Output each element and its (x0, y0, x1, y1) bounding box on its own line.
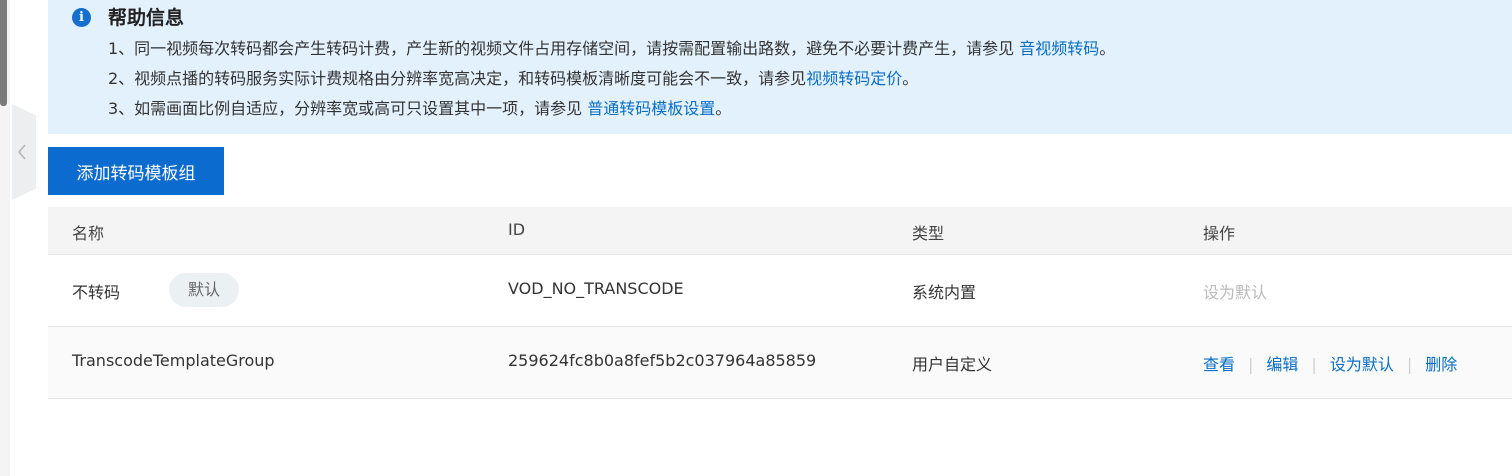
scrollbar-thumb[interactable] (0, 0, 7, 106)
set-default-action[interactable]: 设为默认 (1330, 355, 1394, 374)
table-row: 不转码 默认 VOD_NO_TRANSCODE 系统内置 设为默认 (48, 255, 1512, 327)
divider: | (1406, 355, 1413, 374)
help-panel: i 帮助信息 1、同一视频每次转码都会产生转码计费，产生新的视频文件占用存储空间… (48, 0, 1512, 134)
add-template-group-button[interactable]: 添加转码模板组 (48, 147, 224, 195)
header-actions: 操作 (1203, 224, 1236, 243)
help-title: 帮助信息 (108, 7, 185, 29)
help-line-2: 2、视频点播的转码服务实际计费规格由分辨率宽高决定，和转码模板清晰度可能会不一致… (108, 69, 919, 88)
header-name: 名称 (72, 224, 105, 243)
row-actions: 查看 | 编辑 | 设为默认 | 删除 (1203, 351, 1457, 375)
header-id: ID (508, 220, 526, 239)
row-id: 259624fc8b0a8fef5b2c037964a85859 (508, 351, 817, 370)
collapse-sidebar-handle[interactable] (12, 104, 36, 200)
link-transcode-doc[interactable]: 音视频转码 (1019, 39, 1099, 58)
help-line-3: 3、如需画面比例自适应，分辨率宽或高可只设置其中一项，请参见 普通转码模板设置。 (108, 99, 732, 118)
template-group-table: 名称 ID 类型 操作 不转码 默认 VOD_NO_TRANSCODE 系统内置… (48, 207, 1512, 399)
row-type: 系统内置 (912, 283, 977, 302)
info-icon: i (72, 8, 91, 27)
row-name: 不转码 (72, 283, 121, 302)
divider: | (1248, 355, 1254, 374)
edit-action[interactable]: 编辑 (1266, 355, 1298, 374)
set-default-action-disabled: 设为默认 (1203, 283, 1268, 302)
view-action[interactable]: 查看 (1203, 355, 1235, 374)
row-id: VOD_NO_TRANSCODE (508, 279, 684, 298)
table-header: 名称 ID 类型 操作 (48, 207, 1512, 255)
divider: | (1311, 355, 1317, 374)
row-name: TranscodeTemplateGroup (72, 351, 275, 370)
table-row: TranscodeTemplateGroup 259624fc8b0a8fef5… (48, 327, 1512, 399)
row-type: 用户自定义 (912, 355, 993, 374)
link-transcode-pricing[interactable]: 视频转码定价 (806, 69, 902, 88)
link-template-settings[interactable]: 普通转码模板设置 (587, 99, 715, 118)
chevron-left-icon (17, 144, 26, 160)
delete-action[interactable]: 删除 (1425, 355, 1457, 374)
header-type: 类型 (912, 224, 945, 243)
default-badge: 默认 (169, 273, 240, 307)
help-line-1: 1、同一视频每次转码都会产生转码计费，产生新的视频文件占用存储空间，请按需配置输… (108, 39, 1116, 58)
